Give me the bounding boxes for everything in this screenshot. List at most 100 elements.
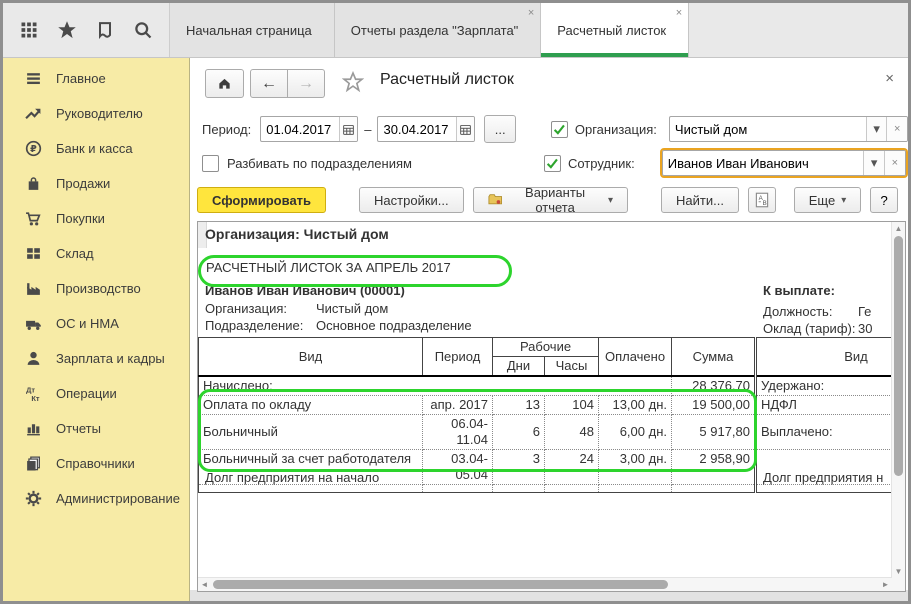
period-from-field	[260, 116, 358, 142]
organization-label: Организация:	[575, 122, 657, 137]
sidebar-item-fixed-assets[interactable]: ОС и НМА	[3, 306, 189, 341]
tab-salary-reports[interactable]: Отчеты раздела "Зарплата" ×	[335, 3, 542, 57]
decrypt-report-button[interactable]: AB	[748, 187, 776, 213]
salary-label: Оклад (тариф):	[763, 321, 855, 336]
report-content: Организация: Чистый дом РАСЧЕТНЫЙ ЛИСТОК…	[198, 222, 891, 577]
tab-payslip[interactable]: Расчетный листок ×	[541, 3, 689, 57]
app-body: Главное Руководителю ₽ Банк и касса Прод…	[3, 58, 908, 601]
organization-checkbox[interactable]	[551, 121, 568, 138]
trend-icon	[25, 105, 42, 122]
warehouse-icon	[25, 245, 42, 262]
to-pay-label: К выплате:	[763, 283, 835, 298]
sidebar-item-manager[interactable]: Руководителю	[3, 96, 189, 131]
check-icon	[546, 157, 559, 170]
find-button[interactable]: Найти...	[661, 187, 739, 213]
calendar-icon[interactable]	[339, 117, 358, 141]
scroll-right-icon[interactable]: ►	[879, 578, 892, 591]
employee-input[interactable]	[663, 151, 864, 175]
org-row-value: Чистый дом	[316, 301, 388, 316]
generate-button[interactable]: Сформировать	[197, 187, 326, 213]
sidebar-item-label: Зарплата и кадры	[56, 351, 165, 366]
period-to-input[interactable]	[378, 117, 455, 141]
sidebar-item-operations[interactable]: ДтКт Операции	[3, 376, 189, 411]
tab-close-icon[interactable]: ×	[528, 8, 534, 19]
cell-sum: 5 917,80	[672, 415, 756, 450]
accrued-label: Начислено:	[199, 376, 672, 396]
truck-icon	[25, 315, 42, 332]
sidebar-item-bank[interactable]: ₽ Банк и касса	[3, 131, 189, 166]
debt-start-label: Долг предприятия на начало	[205, 470, 379, 485]
filter-row-period: Период: – ... Организация: ▾	[190, 116, 908, 142]
sidebar-item-production[interactable]: Производство	[3, 271, 189, 306]
menu-icon	[25, 70, 42, 87]
sidebar-item-label: Отчеты	[56, 421, 101, 436]
split-by-departments-checkbox[interactable]	[202, 155, 219, 172]
employee-header: Иванов Иван Иванович (00001)	[205, 283, 405, 298]
favorites-star-icon[interactable]	[57, 20, 77, 40]
sidebar-item-purchases[interactable]: Покупки	[3, 201, 189, 236]
cell-paid: 6,00 дн.	[599, 415, 672, 450]
sidebar-item-label: Администрирование	[56, 491, 180, 506]
col-days: Дни	[493, 357, 545, 377]
horizontal-scrollbar[interactable]: ◄ ►	[198, 577, 892, 591]
employee-checkbox[interactable]	[544, 155, 561, 172]
nav-buttons: ← →	[250, 69, 325, 98]
organization-input[interactable]	[670, 117, 866, 141]
settings-button[interactable]: Настройки...	[359, 187, 464, 213]
calendar-icon[interactable]	[456, 117, 475, 141]
clear-icon[interactable]: ×	[886, 117, 907, 141]
back-icon: ←	[261, 75, 277, 93]
vertical-scrollbar[interactable]: ▲ ▼	[891, 222, 905, 578]
chevron-down-icon[interactable]: ▾	[863, 151, 884, 175]
sidebar-item-label: Покупки	[56, 211, 105, 226]
sidebar-item-main[interactable]: Главное	[3, 61, 189, 96]
page-title: Расчетный листок	[380, 71, 514, 89]
sidebar-item-salary-hr[interactable]: Зарплата и кадры	[3, 341, 189, 376]
document-letters-icon: AB	[753, 191, 771, 209]
back-button[interactable]: ←	[250, 69, 288, 98]
cell-hours: 24	[545, 450, 599, 485]
favorite-star-icon[interactable]	[342, 71, 364, 93]
cell-paid: 13,00 дн.	[599, 396, 672, 415]
cell-hours: 104	[545, 396, 599, 415]
vertical-scroll-thumb[interactable]	[894, 236, 903, 476]
scroll-down-icon[interactable]: ▼	[892, 565, 905, 578]
col-kind-right: Вид	[756, 338, 892, 377]
tab-home[interactable]: Начальная страница	[170, 3, 335, 57]
sidebar-item-label: Склад	[56, 246, 94, 261]
dept-row-value: Основное подразделение	[316, 318, 472, 333]
svg-text:Кт: Кт	[31, 394, 40, 402]
salary-value: 30	[858, 321, 872, 336]
history-icon[interactable]	[95, 20, 115, 40]
more-button[interactable]: Еще ▾	[794, 187, 861, 213]
scroll-up-icon[interactable]: ▲	[892, 222, 905, 235]
horizontal-scroll-thumb[interactable]	[213, 580, 668, 589]
home-button[interactable]	[205, 69, 244, 98]
tab-close-icon[interactable]: ×	[676, 8, 682, 19]
sidebar-item-directories[interactable]: Справочники	[3, 446, 189, 481]
report-variants-label: Варианты отчета	[508, 185, 602, 215]
employee-field: ▾ ×	[662, 150, 906, 176]
forward-button[interactable]: →	[288, 69, 325, 98]
payslip-title: РАСЧЕТНЫЙ ЛИСТОК ЗА АПРЕЛЬ 2017	[206, 260, 451, 275]
panel-close-icon[interactable]: ×	[885, 70, 894, 87]
cart-icon	[25, 210, 42, 227]
sidebar-item-administration[interactable]: Администрирование	[3, 481, 189, 516]
cell-period: 03.04-05.04	[423, 450, 493, 485]
sidebar-item-reports[interactable]: Отчеты	[3, 411, 189, 446]
split-by-departments-label: Разбивать по подразделениям	[227, 156, 412, 171]
clear-icon[interactable]: ×	[884, 151, 905, 175]
sidebar-item-warehouse[interactable]: Склад	[3, 236, 189, 271]
report-variants-button[interactable]: Варианты отчета ▾	[473, 187, 628, 213]
forward-icon: →	[298, 75, 314, 93]
search-icon[interactable]	[133, 20, 153, 40]
scroll-left-icon[interactable]: ◄	[198, 578, 211, 591]
paid-out-label: Выплачено:	[756, 415, 892, 450]
sidebar-item-sales[interactable]: Продажи	[3, 166, 189, 201]
period-more-button[interactable]: ...	[484, 115, 515, 143]
menu-grid-icon[interactable]	[19, 20, 39, 40]
help-button[interactable]: ?	[870, 187, 898, 213]
accrued-total-row: Начислено: 28 376,70 Удержано:	[199, 376, 892, 396]
period-from-input[interactable]	[261, 117, 338, 141]
chevron-down-icon[interactable]: ▾	[866, 117, 887, 141]
